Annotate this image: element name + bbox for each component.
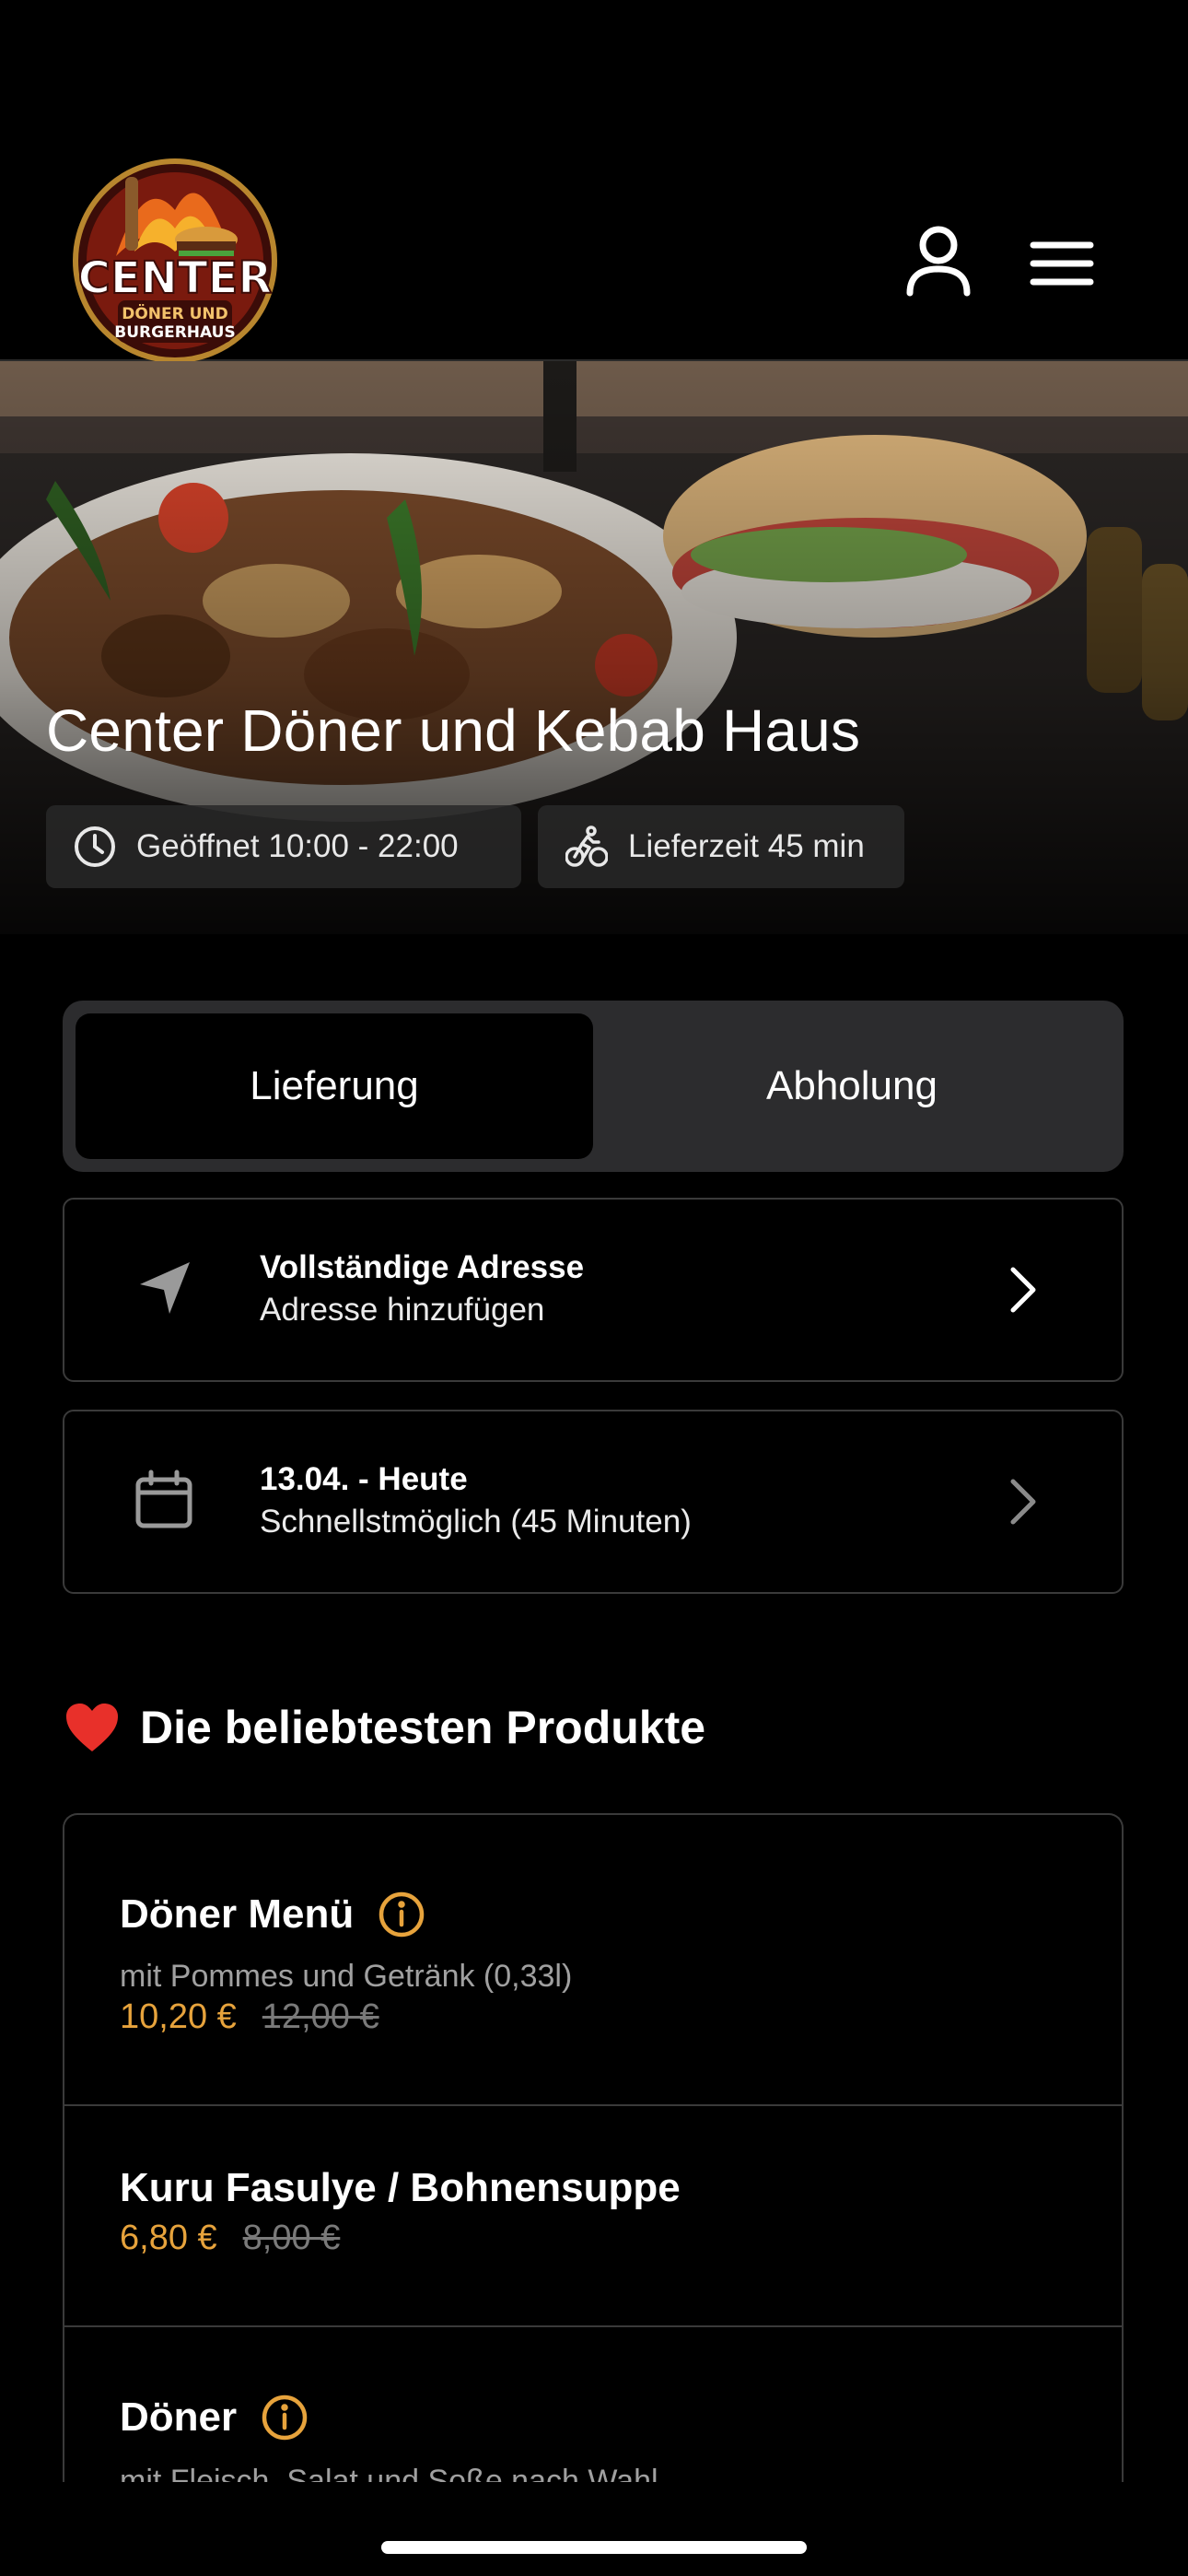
opening-hours-text: Geöffnet 10:00 - 22:00 — [136, 828, 459, 864]
date-subtitle: Schnellstmöglich (45 Minuten) — [260, 1504, 692, 1540]
product-item[interactable]: Döner Menü mit Pommes und Getränk (0,33l… — [64, 1815, 1122, 2106]
address-selector[interactable]: Vollständige Adresse Adresse hinzufügen — [63, 1198, 1124, 1382]
info-icon[interactable] — [261, 2394, 309, 2441]
product-item[interactable]: Döner mit Fleisch, Salat und Soße nach W… — [64, 2327, 1122, 2482]
delivery-time-badge: Lieferzeit 45 min — [538, 805, 904, 888]
calendar-icon — [135, 1469, 192, 1528]
opening-hours-badge: Geöffnet 10:00 - 22:00 — [46, 805, 521, 888]
address-title: Vollständige Adresse — [260, 1249, 585, 1285]
chevron-right-icon — [1010, 1479, 1036, 1525]
product-item[interactable]: Kuru Fasulye / Bohnensuppe 6,80 €8,00 € — [64, 2106, 1122, 2327]
delivery-time-selector[interactable]: 13.04. - Heute Schnellstmöglich (45 Minu… — [63, 1410, 1124, 1594]
heart-icon — [66, 1704, 118, 1751]
app-header: CENTER DÖNER UND BURGERHAUS — [0, 0, 1188, 363]
restaurant-logo[interactable]: CENTER DÖNER UND BURGERHAUS — [61, 155, 289, 363]
svg-text:CENTER: CENTER — [78, 252, 273, 304]
user-icon[interactable] — [904, 225, 973, 297]
product-name: Kuru Fasulye / Bohnensuppe — [120, 2165, 681, 2210]
product-price: 10,20 €12,00 € — [120, 1997, 379, 2036]
delivery-time-text: Lieferzeit 45 min — [628, 828, 865, 864]
popular-products-heading: Die beliebtesten Produkte — [64, 1701, 705, 1754]
svg-text:BURGERHAUS: BURGERHAUS — [114, 323, 235, 342]
product-name: Döner Menü — [120, 1891, 425, 1938]
section-title-text: Die beliebtesten Produkte — [140, 1702, 706, 1753]
tab-abholung[interactable]: Abholung — [593, 1013, 1111, 1159]
home-indicator[interactable] — [381, 2541, 807, 2554]
bicycle-courier-icon — [565, 825, 608, 867]
product-list: Döner Menü mit Pommes und Getränk (0,33l… — [63, 1813, 1124, 2482]
product-description: mit Pommes und Getränk (0,33l) — [120, 1959, 573, 1994]
tab-lieferung[interactable]: Lieferung — [76, 1013, 593, 1159]
chevron-right-icon — [1010, 1267, 1036, 1313]
product-price: 6,80 €8,00 € — [120, 2219, 341, 2257]
old-price: 8,00 € — [242, 2219, 341, 2257]
date-title: 13.04. - Heute — [260, 1461, 468, 1497]
old-price: 12,00 € — [262, 1997, 379, 2036]
clock-icon — [75, 826, 115, 867]
product-description: mit Fleisch, Salat und Soße nach Wahl — [120, 2464, 658, 2482]
restaurant-name: Center Döner und Kebab Haus — [46, 697, 861, 764]
address-subtitle: Adresse hinzufügen — [260, 1292, 545, 1328]
order-mode-toggle: Lieferung Abholung — [63, 1001, 1124, 1172]
location-arrow-icon — [140, 1262, 190, 1314]
info-icon[interactable] — [378, 1891, 425, 1938]
svg-text:DÖNER UND: DÖNER UND — [122, 303, 228, 323]
menu-icon[interactable] — [1030, 241, 1094, 286]
product-name: Döner — [120, 2394, 309, 2441]
